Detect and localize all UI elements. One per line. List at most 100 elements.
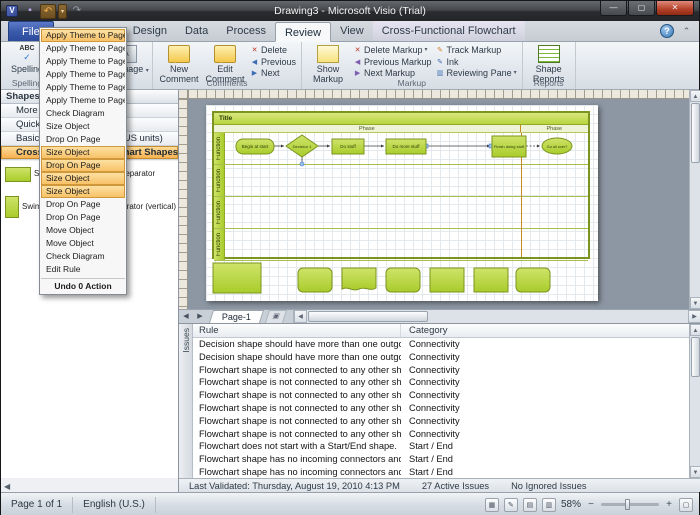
- delete-comment-button[interactable]: ✕ Delete: [248, 45, 298, 57]
- undo-menu-item[interactable]: Drop On Page: [41, 211, 125, 224]
- undo-menu-item[interactable]: Size Object: [41, 172, 125, 185]
- scroll-thumb[interactable]: [691, 337, 700, 377]
- page-indicator[interactable]: Page 1 of 1: [1, 496, 74, 513]
- horizontal-scrollbar[interactable]: ◀ ▶: [293, 310, 700, 323]
- issues-scrollbar[interactable]: ▲ ▼: [689, 324, 700, 478]
- tab-design[interactable]: Design: [124, 21, 176, 41]
- undo-menu-item[interactable]: Move Object: [41, 224, 125, 237]
- loose-shape-rounded[interactable]: [385, 267, 421, 293]
- lane-label[interactable]: Function: [214, 165, 225, 196]
- undo-menu-item[interactable]: Apply Theme to Page: [41, 81, 125, 94]
- tab-view[interactable]: View: [331, 21, 373, 41]
- undo-menu-item[interactable]: Apply Theme to Page: [41, 29, 125, 42]
- redo-icon[interactable]: ↷: [69, 4, 85, 19]
- view-fullscreen-icon[interactable]: ▥: [541, 497, 556, 512]
- undo-menu-item[interactable]: Apply Theme to Page: [41, 55, 125, 68]
- scroll-thumb[interactable]: [308, 311, 429, 322]
- zoom-in-icon[interactable]: +: [664, 499, 674, 510]
- issues-row[interactable]: Decision shape should have more than one…: [193, 351, 689, 364]
- tab-data[interactable]: Data: [176, 21, 217, 41]
- loose-shape-process[interactable]: [212, 262, 262, 294]
- track-markup-button[interactable]: ✎ Track Markup: [434, 45, 519, 57]
- lane-label[interactable]: Function: [214, 133, 225, 164]
- lane-label[interactable]: Function: [214, 229, 225, 260]
- issues-row[interactable]: Flowchart shape is not connected to any …: [193, 389, 689, 402]
- maximize-button[interactable]: ▢: [628, 1, 655, 16]
- page-nav-next-icon[interactable]: ▶: [193, 310, 207, 323]
- fit-page-icon[interactable]: ▢: [679, 497, 693, 512]
- swimlane-row[interactable]: Function: [214, 133, 588, 165]
- undo-menu-item[interactable]: Apply Theme to Page: [41, 42, 125, 55]
- tab-cross-functional-flowchart[interactable]: Cross-Functional Flowchart: [372, 21, 525, 41]
- ink-button[interactable]: ✎ Ink: [434, 57, 519, 69]
- undo-menu-item[interactable]: Size Object: [41, 185, 125, 198]
- close-button[interactable]: ✕: [656, 1, 694, 16]
- undo-menu-item[interactable]: Move Object: [41, 237, 125, 250]
- panel-collapse-icon[interactable]: ◀: [4, 482, 10, 491]
- phase-separator[interactable]: [520, 133, 522, 257]
- page-tab-page-1[interactable]: Page-1: [208, 310, 265, 323]
- issues-tab[interactable]: Issues: [179, 324, 193, 478]
- zoom-slider-thumb[interactable]: [625, 499, 631, 510]
- issues-row[interactable]: Flowchart shape has no incoming connecto…: [193, 453, 689, 466]
- undo-menu-item[interactable]: Size Object: [41, 120, 125, 133]
- help-icon[interactable]: ?: [660, 24, 674, 38]
- page-nav-prev-icon[interactable]: ◀: [179, 310, 193, 323]
- issues-row[interactable]: Flowchart shape has no incoming connecto…: [193, 466, 689, 478]
- minimize-ribbon-icon[interactable]: ⌃: [680, 25, 693, 38]
- issues-row[interactable]: Flowchart does not start with a Start/En…: [193, 440, 689, 453]
- drawing-page[interactable]: Title Phase Phase Function Function Func…: [206, 105, 598, 301]
- ink-status-icon[interactable]: ✎: [503, 497, 518, 512]
- undo-menu-item[interactable]: Check Diagram: [41, 250, 125, 263]
- lane-label[interactable]: Function: [214, 197, 225, 228]
- insert-page-tab-icon[interactable]: ▣: [264, 310, 288, 323]
- zoom-level[interactable]: 58%: [561, 499, 581, 510]
- issues-row[interactable]: Flowchart shape is not connected to any …: [193, 428, 689, 441]
- undo-menu-footer[interactable]: Undo 0 Action: [41, 278, 125, 293]
- tab-review[interactable]: Review: [274, 22, 332, 42]
- minimize-button[interactable]: —: [600, 1, 627, 16]
- swimlane-row[interactable]: Function: [214, 165, 588, 197]
- phase-label[interactable]: Phase: [214, 125, 521, 132]
- issues-row[interactable]: Decision shape should have more than one…: [193, 338, 689, 351]
- language-indicator[interactable]: English (U.S.): [73, 496, 156, 513]
- tab-process[interactable]: Process: [217, 21, 275, 41]
- undo-menu-item[interactable]: Drop On Page: [41, 159, 125, 172]
- undo-menu-item[interactable]: Apply Theme to Page: [41, 68, 125, 81]
- app-icon[interactable]: V: [6, 5, 18, 17]
- scroll-up-icon[interactable]: ▲: [690, 90, 700, 102]
- loose-shape-document[interactable]: [341, 267, 377, 291]
- scroll-down-icon[interactable]: ▼: [690, 297, 700, 309]
- swimlane-band[interactable]: Title Phase Phase Function Function Func…: [212, 111, 590, 261]
- phase-label[interactable]: Phase: [521, 125, 588, 132]
- loose-shape-process[interactable]: [429, 267, 465, 293]
- loose-shape-process[interactable]: [473, 267, 509, 293]
- zoom-slider[interactable]: [601, 499, 659, 510]
- swimlane-row[interactable]: Function: [214, 197, 588, 229]
- undo-menu-item[interactable]: Apply Theme to Page: [41, 94, 125, 107]
- loose-shape-rounded[interactable]: [297, 267, 333, 293]
- vertical-scrollbar[interactable]: ▲ ▼: [689, 90, 700, 309]
- save-icon[interactable]: ▪: [22, 4, 38, 19]
- undo-menu-item[interactable]: Drop On Page: [41, 133, 125, 146]
- undo-menu-item[interactable]: Edit Rule: [41, 263, 125, 276]
- loose-shape-rounded[interactable]: [515, 267, 551, 293]
- zoom-out-icon[interactable]: −: [586, 499, 596, 510]
- undo-dropdown-icon[interactable]: ▾: [58, 3, 67, 19]
- undo-menu-item[interactable]: Drop On Page: [41, 198, 125, 211]
- issues-row[interactable]: Flowchart shape is not connected to any …: [193, 402, 689, 415]
- column-category[interactable]: Category: [401, 324, 689, 337]
- issues-row[interactable]: Flowchart shape is not connected to any …: [193, 376, 689, 389]
- issues-row[interactable]: Flowchart shape is not connected to any …: [193, 415, 689, 428]
- swimlane-row[interactable]: Function: [214, 229, 588, 261]
- scroll-left-icon[interactable]: ◀: [294, 310, 308, 323]
- scroll-down-icon[interactable]: ▼: [690, 466, 700, 478]
- scroll-right-icon[interactable]: ▶: [688, 310, 700, 323]
- band-title[interactable]: Title: [214, 113, 588, 125]
- delete-markup-button[interactable]: ✕ Delete Markup ▾: [351, 45, 434, 57]
- previous-markup-button[interactable]: ◀ Previous Markup: [351, 57, 434, 69]
- macro-icon[interactable]: ▦: [484, 497, 499, 512]
- undo-menu-item[interactable]: Check Diagram: [41, 107, 125, 120]
- previous-comment-button[interactable]: ◀ Previous: [248, 57, 298, 69]
- undo-icon[interactable]: ↶: [40, 3, 56, 19]
